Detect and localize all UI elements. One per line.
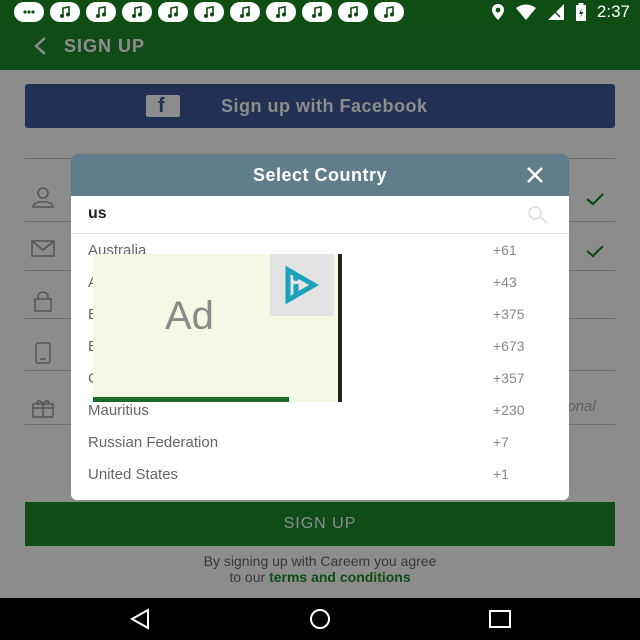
ad-progress-bar bbox=[93, 397, 289, 402]
music-notification-icon bbox=[266, 2, 296, 22]
music-notification-icon bbox=[374, 2, 404, 22]
ad-edge bbox=[338, 254, 342, 402]
country-code: +7 bbox=[493, 434, 509, 450]
nav-home-icon[interactable] bbox=[306, 608, 334, 630]
adchoices-icon[interactable] bbox=[270, 254, 334, 316]
navigation-bar bbox=[0, 598, 640, 640]
clock: 2:37 bbox=[596, 2, 630, 21]
country-code: +1 bbox=[493, 466, 509, 482]
signal-icon bbox=[547, 4, 564, 20]
music-notification-icon bbox=[86, 2, 116, 22]
dialog-title: Select Country bbox=[252, 165, 388, 185]
country-code: +230 bbox=[493, 402, 525, 418]
country-code: +357 bbox=[493, 370, 525, 386]
status-bar: 2:37 bbox=[0, 0, 640, 24]
country-row[interactable]: Russian Federation +7 bbox=[71, 426, 569, 458]
music-notification-icon bbox=[230, 2, 260, 22]
location-icon bbox=[491, 4, 504, 20]
country-search[interactable]: us bbox=[71, 196, 569, 234]
close-icon[interactable] bbox=[525, 165, 545, 185]
music-notification-icon bbox=[50, 2, 80, 22]
more-notifications-icon bbox=[14, 2, 44, 22]
country-name: Mauritius bbox=[88, 402, 149, 419]
ad-banner[interactable]: Ad bbox=[93, 254, 342, 402]
country-code: +673 bbox=[493, 338, 525, 354]
wifi-icon bbox=[515, 4, 536, 20]
search-icon bbox=[528, 206, 548, 224]
country-search-input[interactable]: us bbox=[88, 205, 107, 223]
music-notification-icon bbox=[194, 2, 224, 22]
music-notification-icon bbox=[158, 2, 188, 22]
music-notification-icon bbox=[338, 2, 368, 22]
music-notification-icon bbox=[122, 2, 152, 22]
country-code: +43 bbox=[493, 274, 517, 290]
country-name: United States bbox=[88, 466, 179, 483]
country-name: Russian Federation bbox=[88, 434, 219, 451]
country-row[interactable]: United States +1 bbox=[71, 458, 569, 490]
country-code: +61 bbox=[493, 242, 517, 258]
dialog-header: Select Country bbox=[71, 154, 569, 196]
ad-label: Ad bbox=[165, 294, 214, 338]
music-notification-icon bbox=[302, 2, 332, 22]
system-icons: 2:37 bbox=[491, 2, 630, 22]
notification-icons bbox=[14, 2, 404, 22]
country-code: +375 bbox=[493, 306, 525, 322]
nav-back-icon[interactable] bbox=[126, 608, 154, 630]
nav-recents-icon[interactable] bbox=[486, 608, 514, 630]
battery-charging-icon bbox=[575, 3, 586, 21]
